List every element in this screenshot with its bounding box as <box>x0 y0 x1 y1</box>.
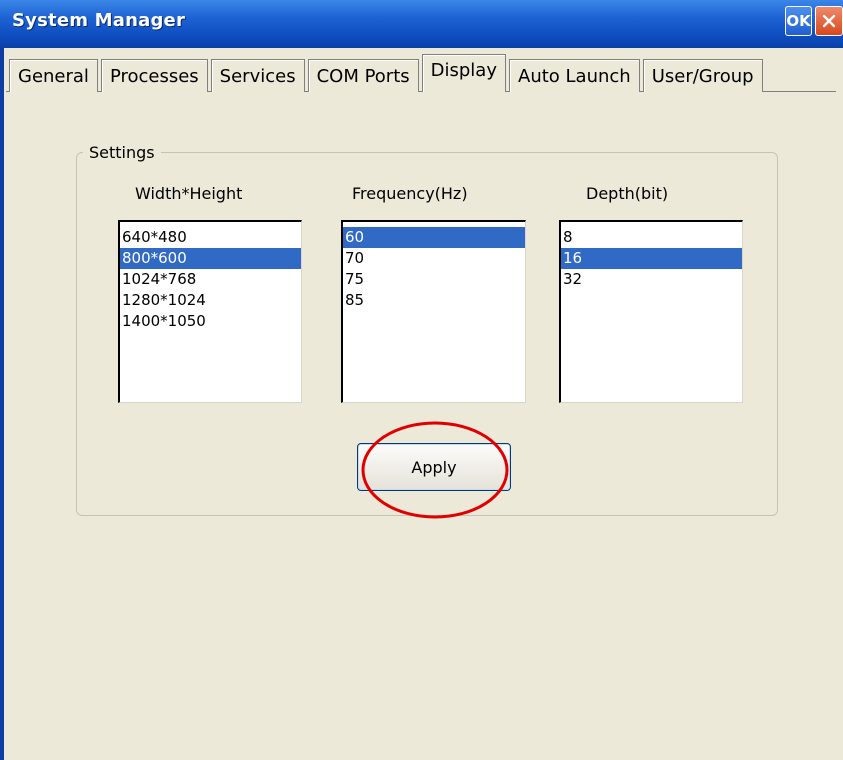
tab-user-group[interactable]: User/Group <box>642 59 763 92</box>
list-item[interactable]: 32 <box>561 269 742 290</box>
system-manager-window: System Manager OK General Processes Serv… <box>0 0 843 760</box>
resolution-listbox[interactable]: 640*480 800*600 1024*768 1280*1024 1400*… <box>118 220 302 403</box>
resolution-label: Width*Height <box>135 184 243 203</box>
depth-listbox[interactable]: 8 16 32 <box>559 220 743 403</box>
list-item[interactable]: 1280*1024 <box>120 290 301 311</box>
tab-general[interactable]: General <box>9 59 98 92</box>
close-icon <box>822 14 836 28</box>
frequency-label: Frequency(Hz) <box>352 184 468 203</box>
close-button[interactable] <box>815 6 843 36</box>
list-item[interactable]: 8 <box>561 227 742 248</box>
list-item[interactable]: 1400*1050 <box>120 311 301 332</box>
tab-com-ports[interactable]: COM Ports <box>307 59 419 92</box>
title-bar[interactable]: System Manager OK <box>0 0 843 48</box>
list-item-selected[interactable]: 60 <box>343 227 525 248</box>
depth-label: Depth(bit) <box>586 184 669 203</box>
list-item-selected[interactable]: 16 <box>561 248 742 269</box>
list-item[interactable]: 640*480 <box>120 227 301 248</box>
tab-services[interactable]: Services <box>210 59 305 92</box>
list-item[interactable]: 75 <box>343 269 525 290</box>
window-left-border <box>0 48 4 760</box>
list-item[interactable]: 70 <box>343 248 525 269</box>
list-item[interactable]: 1024*768 <box>120 269 301 290</box>
tab-strip: General Processes Services COM Ports Dis… <box>9 54 766 92</box>
list-item-selected[interactable]: 800*600 <box>120 248 301 269</box>
list-item[interactable]: 85 <box>343 290 525 311</box>
settings-group-label: Settings <box>83 143 161 162</box>
tab-processes[interactable]: Processes <box>100 59 208 92</box>
window-title: System Manager <box>12 10 186 31</box>
apply-button[interactable]: Apply <box>357 443 511 491</box>
tab-display[interactable]: Display <box>421 54 506 92</box>
tab-auto-launch[interactable]: Auto Launch <box>509 59 640 92</box>
ok-button[interactable]: OK <box>785 6 812 36</box>
frequency-listbox[interactable]: 60 70 75 85 <box>341 220 526 403</box>
